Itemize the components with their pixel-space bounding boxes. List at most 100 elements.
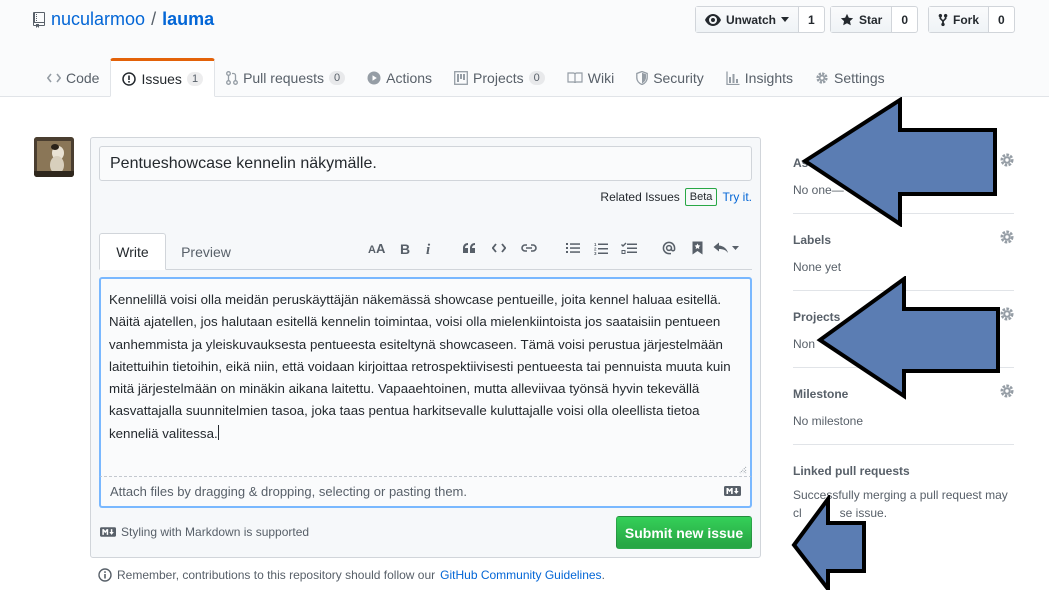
tab-label: Code: [66, 69, 100, 86]
book-icon: [567, 71, 583, 84]
markdown-toolbar: AA B i 123: [366, 238, 740, 258]
pull-requests-counter: 0: [329, 70, 346, 85]
guidelines-suffix: .: [601, 568, 605, 582]
tab-label: Wiki: [587, 69, 615, 86]
tab-security[interactable]: Security: [625, 58, 715, 97]
issue-title-input[interactable]: Pentueshowcase kennelin näkymälle.: [99, 146, 752, 181]
projects-counter: 0: [528, 70, 545, 85]
watch-button[interactable]: Unwatch: [696, 7, 800, 32]
try-it-link[interactable]: Try it.: [722, 190, 752, 204]
repo-nav: Code Issues 1 Pull requests 0 Actions Pr…: [36, 58, 896, 97]
chevron-down-icon: [781, 17, 790, 22]
community-guidelines-link[interactable]: GitHub Community Guidelines: [440, 568, 601, 582]
svg-text:3: 3: [594, 251, 597, 255]
milestone-value: No milestone: [793, 414, 864, 428]
reply-icon[interactable]: [712, 238, 740, 258]
tab-projects[interactable]: Projects 0: [443, 58, 556, 97]
code-icon[interactable]: [488, 238, 510, 258]
mention-icon[interactable]: [658, 238, 680, 258]
beta-badge: Beta: [684, 188, 718, 206]
bold-icon[interactable]: B: [394, 238, 416, 258]
tab-preview[interactable]: Preview: [166, 233, 246, 270]
avatar[interactable]: [34, 137, 74, 177]
tab-wiki[interactable]: Wiki: [556, 58, 625, 97]
annotation-arrow-left: [816, 276, 1000, 400]
watch-button-group: Unwatch 1: [695, 6, 825, 33]
attach-files-area[interactable]: Attach files by dragging & dropping, sel…: [99, 477, 752, 508]
task-list-icon[interactable]: [618, 238, 640, 258]
fork-button[interactable]: Fork: [929, 7, 990, 32]
star-count[interactable]: 0: [892, 7, 917, 32]
svg-text:A: A: [368, 244, 376, 254]
submit-new-issue-button[interactable]: Submit new issue: [616, 516, 752, 549]
repo-icon: [33, 11, 45, 28]
tab-issues[interactable]: Issues 1: [110, 58, 216, 97]
issue-opened-icon: [122, 71, 137, 86]
gear-icon[interactable]: [1000, 153, 1014, 167]
tab-label: Actions: [386, 69, 433, 86]
repo-separator: /: [151, 9, 157, 29]
labels-value: None yet: [793, 260, 842, 274]
markdown-icon: [724, 486, 741, 496]
resize-grip-icon[interactable]: [739, 466, 747, 474]
markdown-support-hint[interactable]: Styling with Markdown is supported: [100, 525, 309, 539]
tab-label: Pull requests: [243, 69, 324, 86]
related-issues-label: Related Issues: [600, 190, 680, 204]
sidebar-labels[interactable]: Labels None yet: [793, 230, 1014, 274]
watch-count[interactable]: 1: [799, 7, 824, 32]
italic-icon[interactable]: i: [418, 238, 440, 258]
svg-text:A: A: [376, 242, 386, 254]
linked-pull-requests-title: Linked pull requests: [793, 464, 910, 478]
tab-pull-requests[interactable]: Pull requests 0: [215, 58, 356, 97]
guidelines-text: Remember, contributions to this reposito…: [117, 568, 436, 582]
tab-write[interactable]: Write: [99, 233, 166, 270]
issue-body-textarea[interactable]: Kennelillä voisi olla meidän peruskäyttä…: [99, 277, 752, 477]
fork-label: Fork: [953, 12, 980, 27]
fork-icon: [938, 13, 948, 27]
link-icon[interactable]: [518, 238, 540, 258]
markdown-hint-text: Styling with Markdown is supported: [121, 525, 310, 539]
svg-text:B: B: [400, 242, 410, 255]
quote-icon[interactable]: [458, 238, 480, 258]
tab-code[interactable]: Code: [36, 58, 110, 97]
project-icon: [454, 70, 468, 85]
watch-label: Unwatch: [726, 12, 777, 27]
tab-label: Security: [653, 69, 704, 86]
repo-owner-link[interactable]: nucularmoo: [51, 9, 145, 30]
git-pull-request-icon: [226, 70, 239, 85]
attach-hint: Attach files by dragging & dropping, sel…: [110, 484, 467, 499]
eye-icon: [705, 13, 721, 26]
repo-title: nucularmoo / lauma: [33, 9, 214, 30]
related-issues: Related Issues Beta Try it.: [560, 188, 752, 206]
tab-label: Settings: [834, 69, 885, 86]
annotation-arrow-left: [791, 495, 866, 590]
text-caret: [217, 424, 219, 440]
info-icon: [98, 568, 112, 582]
gear-icon[interactable]: [1000, 230, 1014, 244]
repo-name-link[interactable]: lauma: [162, 9, 214, 30]
play-icon: [367, 71, 381, 85]
markdown-icon: [100, 527, 116, 537]
tab-actions[interactable]: Actions: [356, 58, 443, 97]
ordered-list-icon[interactable]: 123: [590, 238, 612, 258]
tab-label: Insights: [744, 69, 794, 86]
star-label: Star: [859, 12, 883, 27]
code-icon: [47, 73, 61, 83]
fork-count[interactable]: 0: [989, 7, 1014, 32]
tab-label: Issues: [141, 70, 182, 87]
tab-settings[interactable]: Settings: [804, 58, 896, 97]
guidelines-note: Remember, contributions to this reposito…: [98, 568, 605, 582]
text-size-icon[interactable]: AA: [366, 238, 388, 258]
sidebar-divider: [793, 444, 1014, 445]
star-button[interactable]: Star: [831, 7, 893, 32]
tab-insights[interactable]: Insights: [715, 58, 804, 97]
shield-icon: [636, 70, 649, 85]
bookmark-icon[interactable]: [686, 238, 708, 258]
unordered-list-icon[interactable]: [562, 238, 584, 258]
svg-text:i: i: [426, 242, 431, 255]
tab-label: Projects: [473, 69, 524, 86]
annotation-arrow-left: [801, 97, 997, 227]
star-button-group: Star 0: [830, 6, 919, 33]
fork-button-group: Fork 0: [928, 6, 1015, 33]
star-icon: [840, 13, 854, 27]
